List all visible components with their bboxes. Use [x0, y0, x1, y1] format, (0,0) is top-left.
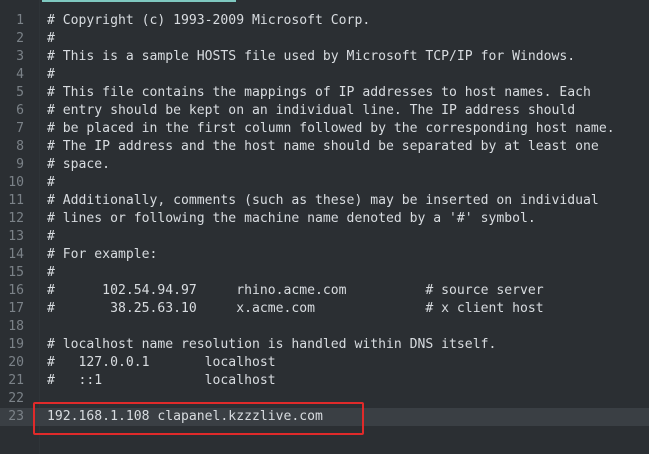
line-number: 11	[8, 193, 24, 208]
code-line[interactable]: 8 # The IP address and the host name shou…	[0, 138, 649, 156]
line-number: 15	[8, 265, 24, 280]
code-editor[interactable]: 1 # Copyright (c) 1993-2009 Microsoft Cor…	[0, 0, 649, 454]
line-number: 2	[16, 31, 24, 46]
line-text[interactable]: #	[47, 30, 55, 48]
line-text[interactable]: # The IP address and the host name shoul…	[47, 138, 599, 156]
line-text[interactable]: # entry should be kept on an individual …	[47, 102, 575, 120]
code-line[interactable]: 12 # lines or following the machine name …	[0, 210, 649, 228]
code-line[interactable]: 9 # space.	[0, 156, 649, 174]
line-text[interactable]: #	[47, 174, 55, 192]
code-line[interactable]: 19 # localhost name resolution is handled…	[0, 336, 649, 354]
code-line[interactable]: 15 #	[0, 264, 649, 282]
code-line[interactable]: 14 # For example:	[0, 246, 649, 264]
code-line[interactable]: 10 #	[0, 174, 649, 192]
code-line[interactable]: 22	[0, 390, 649, 408]
code-line[interactable]: 2 #	[0, 30, 649, 48]
code-line[interactable]: 17 # 38.25.63.10 x.acme.com # x client ho…	[0, 300, 649, 318]
active-tab-indicator	[42, 0, 236, 2]
line-number: 19	[8, 337, 24, 352]
code-line[interactable]: 21 # ::1 localhost	[0, 372, 649, 390]
line-number: 23	[8, 409, 24, 424]
line-number: 21	[8, 373, 24, 388]
line-number: 1	[16, 13, 24, 28]
line-number: 8	[16, 139, 24, 154]
line-number: 7	[16, 121, 24, 136]
line-text[interactable]: # For example:	[47, 246, 157, 264]
line-text[interactable]: # This is a sample HOSTS file used by Mi…	[47, 48, 575, 66]
line-number: 18	[8, 319, 24, 334]
code-line[interactable]: 16 # 102.54.94.97 rhino.acme.com # source…	[0, 282, 649, 300]
line-number: 13	[8, 229, 24, 244]
line-number: 6	[16, 103, 24, 118]
line-text[interactable]: #	[47, 228, 55, 246]
editor-lines[interactable]: 1 # Copyright (c) 1993-2009 Microsoft Cor…	[0, 12, 649, 426]
line-text[interactable]: # 38.25.63.10 x.acme.com # x client host	[47, 300, 544, 318]
line-text[interactable]: # Copyright (c) 1993-2009 Microsoft Corp…	[47, 12, 370, 30]
line-number: 5	[16, 85, 24, 100]
line-number: 12	[8, 211, 24, 226]
code-line[interactable]: 1 # Copyright (c) 1993-2009 Microsoft Cor…	[0, 12, 649, 30]
line-number: 20	[8, 355, 24, 370]
line-number: 3	[16, 49, 24, 64]
line-number: 10	[8, 175, 24, 190]
line-number: 14	[8, 247, 24, 262]
line-text[interactable]: # space.	[47, 156, 110, 174]
line-text[interactable]: # This file contains the mappings of IP …	[47, 84, 591, 102]
line-text[interactable]: #	[47, 66, 55, 84]
code-line[interactable]: 20 # 127.0.0.1 localhost	[0, 354, 649, 372]
code-line[interactable]: 18	[0, 318, 649, 336]
line-text[interactable]: # 127.0.0.1 localhost	[47, 354, 276, 372]
line-text[interactable]: 192.168.1.108 clapanel.kzzzlive.com	[47, 408, 323, 426]
line-number: 17	[8, 301, 24, 316]
code-line[interactable]: 13 #	[0, 228, 649, 246]
line-text[interactable]: # Additionally, comments (such as these)…	[47, 192, 599, 210]
code-line[interactable]: 6 # entry should be kept on an individual…	[0, 102, 649, 120]
code-line[interactable]: 5 # This file contains the mappings of IP…	[0, 84, 649, 102]
line-text[interactable]: #	[47, 264, 55, 282]
line-text[interactable]: # localhost name resolution is handled w…	[47, 336, 496, 354]
code-line[interactable]: 7 # be placed in the first column followe…	[0, 120, 649, 138]
code-line[interactable]: 4 #	[0, 66, 649, 84]
line-number: 4	[16, 67, 24, 82]
line-text[interactable]: # lines or following the machine name de…	[47, 210, 536, 228]
line-number: 22	[8, 391, 24, 406]
line-text[interactable]: # 102.54.94.97 rhino.acme.com # source s…	[47, 282, 544, 300]
current-code-line[interactable]: 23 192.168.1.108 clapanel.kzzzlive.com	[0, 408, 649, 426]
line-number: 9	[16, 157, 24, 172]
code-line[interactable]: 11 # Additionally, comments (such as thes…	[0, 192, 649, 210]
line-text[interactable]: # ::1 localhost	[47, 372, 276, 390]
line-number: 16	[8, 283, 24, 298]
line-text[interactable]: # be placed in the first column followed…	[47, 120, 615, 138]
code-line[interactable]: 3 # This is a sample HOSTS file used by M…	[0, 48, 649, 66]
